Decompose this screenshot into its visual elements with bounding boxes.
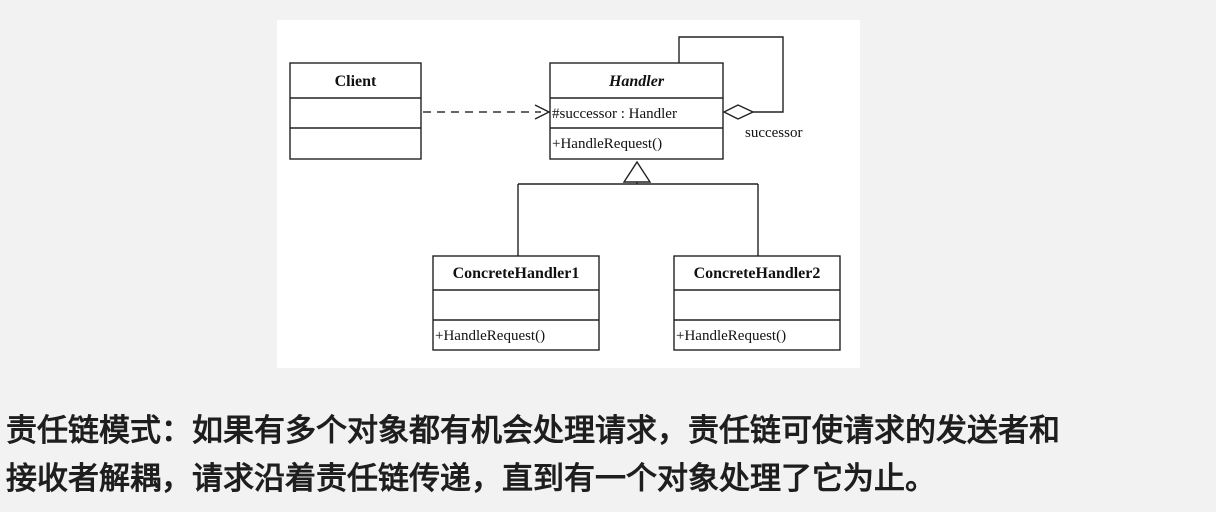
handler-successor-attribute: #successor : Handler [552,106,677,122]
caption-line-2: 接收者解耦，请求沿着责任链传递，直到有一个对象处理了它为止。 [6,461,936,497]
successor-role-label: successor [745,125,802,141]
concrete-handler-2-class: ConcreteHandler2 +HandleRequest() [673,255,841,351]
client-class: Client [289,62,422,160]
client-class-name: Client [335,73,377,90]
handler-handlerequest-operation: +HandleRequest() [552,136,662,152]
concrete-handler-2-name: ConcreteHandler2 [694,265,821,282]
inheritance-triangle-arrow [622,160,652,183]
client-handler-dependency [423,104,551,120]
aggregation-diamond [722,104,755,120]
concrete-handler-1-operation: +HandleRequest() [435,328,545,344]
concrete-handler-1-class: ConcreteHandler1 +HandleRequest() [432,255,600,351]
uml-diagram-panel: Client Handler #successor : Handler +Han… [277,20,860,368]
chain-of-responsibility-uml-diagram: Client Handler #successor : Handler +Han… [289,36,841,351]
handler-class-name: Handler [608,73,665,90]
caption-line-1: 责任链模式：如果有多个对象都有机会处理请求，责任链可使请求的发送者和 [6,413,1060,449]
concrete-handler-1-name: ConcreteHandler1 [453,265,580,282]
pattern-description-caption: 责任链模式：如果有多个对象都有机会处理请求，责任链可使请求的发送者和 接收者解耦… [6,407,1212,503]
concrete-handler-2-operation: +HandleRequest() [676,328,786,344]
generalization [517,160,759,256]
handler-class: Handler #successor : Handler +HandleRequ… [549,62,724,160]
